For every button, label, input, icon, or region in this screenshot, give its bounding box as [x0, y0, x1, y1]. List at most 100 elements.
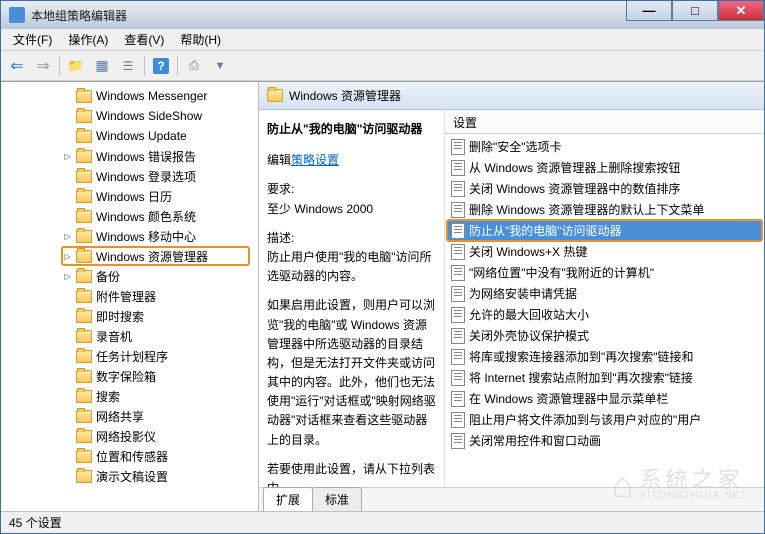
app-icon — [9, 7, 25, 23]
folder-icon — [267, 89, 283, 102]
folder-icon — [76, 210, 92, 223]
settings-item-label: 关闭外壳协议保护模式 — [469, 327, 589, 344]
policy-icon — [451, 307, 465, 323]
expander-icon[interactable] — [63, 412, 72, 421]
expander-icon[interactable] — [63, 292, 72, 301]
expander-icon[interactable] — [63, 172, 72, 181]
filter-button[interactable] — [208, 54, 232, 78]
tree-item-label: 网络共享 — [96, 408, 144, 425]
export-button[interactable] — [182, 54, 206, 78]
settings-item-label: 删除 Windows 资源管理器的默认上下文菜单 — [469, 201, 704, 218]
settings-item[interactable]: 防止从"我的电脑"访问驱动器 — [447, 220, 762, 241]
forward-button[interactable] — [31, 54, 55, 78]
settings-item-label: 从 Windows 资源管理器上删除搜索按钮 — [469, 159, 680, 176]
folder-icon — [76, 410, 92, 423]
settings-item[interactable]: 在 Windows 资源管理器中显示菜单栏 — [447, 388, 762, 409]
tree-item[interactable]: 即时搜索 — [1, 306, 258, 326]
tree-item[interactable]: 录音机 — [1, 326, 258, 346]
help-button[interactable]: ? — [149, 54, 173, 78]
folder-icon — [76, 230, 92, 243]
maximize-button[interactable]: □ — [672, 1, 718, 21]
tree-item[interactable]: Windows 登录选项 — [1, 166, 258, 186]
expander-icon[interactable]: ▷ — [63, 152, 72, 161]
expander-icon[interactable] — [63, 392, 72, 401]
expander-icon[interactable]: ▷ — [63, 252, 72, 261]
settings-item-label: 允许的最大回收站大小 — [469, 306, 589, 323]
expander-icon[interactable] — [63, 212, 72, 221]
expander-icon[interactable] — [63, 472, 72, 481]
expander-icon[interactable] — [63, 92, 72, 101]
settings-item[interactable]: "网络位置"中没有"我附近的计算机" — [447, 262, 762, 283]
tree-item[interactable]: Windows SideShow — [1, 106, 258, 126]
up-button[interactable] — [64, 54, 88, 78]
requirements-label: 要求: — [267, 180, 436, 199]
settings-item[interactable]: 为网络安装申请凭据 — [447, 283, 762, 304]
tree-item[interactable]: 位置和传感器 — [1, 446, 258, 466]
properties-button[interactable] — [116, 54, 140, 78]
tree-pane[interactable]: Windows Messenger Windows SideShow Windo… — [1, 82, 259, 511]
tab-extended[interactable]: 扩展 — [263, 487, 313, 511]
settings-item[interactable]: 允许的最大回收站大小 — [447, 304, 762, 325]
settings-item[interactable]: 删除"安全"选项卡 — [447, 136, 762, 157]
menu-help[interactable]: 帮助(H) — [172, 29, 229, 50]
tree-item[interactable]: 任务计划程序 — [1, 346, 258, 366]
folder-icon — [76, 310, 92, 323]
tree-item[interactable]: Windows 颜色系统 — [1, 206, 258, 226]
folder-icon — [76, 150, 92, 163]
expander-icon[interactable] — [63, 432, 72, 441]
expander-icon[interactable]: ▷ — [63, 272, 72, 281]
settings-item[interactable]: 将 Internet 搜索站点附加到"再次搜索"链接 — [447, 367, 762, 388]
expander-icon[interactable] — [63, 132, 72, 141]
settings-item[interactable]: 关闭 Windows 资源管理器中的数值排序 — [447, 178, 762, 199]
tab-bar: 扩展 标准 — [259, 487, 764, 511]
menu-view[interactable]: 查看(V) — [116, 29, 172, 50]
settings-list[interactable]: 删除"安全"选项卡从 Windows 资源管理器上删除搜索按钮关闭 Window… — [445, 134, 764, 487]
window-title: 本地组策略编辑器 — [31, 7, 127, 24]
close-button[interactable]: ✕ — [718, 1, 764, 21]
tree-item[interactable]: ▷Windows 移动中心 — [1, 226, 258, 246]
expander-icon[interactable] — [63, 192, 72, 201]
view-button[interactable] — [90, 54, 114, 78]
tree-item[interactable]: ▷Windows 资源管理器 — [1, 246, 258, 266]
minimize-button[interactable]: — — [626, 1, 672, 21]
tree-item[interactable]: 数字保险箱 — [1, 366, 258, 386]
tree-item[interactable]: 网络投影仪 — [1, 426, 258, 446]
tree-item[interactable]: 演示文稿设置 — [1, 466, 258, 486]
expander-icon[interactable] — [63, 332, 72, 341]
expander-icon[interactable]: ▷ — [63, 232, 72, 241]
settings-item[interactable]: 从 Windows 资源管理器上删除搜索按钮 — [447, 157, 762, 178]
tree-item-label: Windows SideShow — [96, 109, 202, 123]
settings-column-header[interactable]: 设置 — [445, 110, 764, 134]
tree-item[interactable]: 附件管理器 — [1, 286, 258, 306]
tree-item[interactable]: 搜索 — [1, 386, 258, 406]
edit-policy-link[interactable]: 策略设置 — [291, 153, 339, 167]
settings-item[interactable]: 关闭常用控件和窗口动画 — [447, 430, 762, 451]
settings-item[interactable]: 将库或搜索连接器添加到"再次搜索"链接和 — [447, 346, 762, 367]
tree-item[interactable]: ▷Windows 错误报告 — [1, 146, 258, 166]
edit-label: 编辑 — [267, 153, 291, 167]
settings-item[interactable]: 阻止用户将文件添加到与该用户对应的"用户 — [447, 409, 762, 430]
tree-item[interactable]: Windows Messenger — [1, 86, 258, 106]
tree-item[interactable]: Windows 日历 — [1, 186, 258, 206]
policy-icon — [451, 412, 465, 428]
expander-icon[interactable] — [63, 352, 72, 361]
expander-icon[interactable] — [63, 112, 72, 121]
settings-item[interactable]: 删除 Windows 资源管理器的默认上下文菜单 — [447, 199, 762, 220]
settings-item[interactable]: 关闭 Windows+X 热键 — [447, 241, 762, 262]
policy-icon — [451, 223, 465, 239]
expander-icon[interactable] — [63, 452, 72, 461]
menu-file[interactable]: 文件(F) — [5, 29, 60, 50]
back-button[interactable] — [5, 54, 29, 78]
settings-item-label: 在 Windows 资源管理器中显示菜单栏 — [469, 390, 668, 407]
tree-item[interactable]: 网络共享 — [1, 406, 258, 426]
expander-icon[interactable] — [63, 372, 72, 381]
tree-item[interactable]: ▷备份 — [1, 266, 258, 286]
settings-item[interactable]: 关闭外壳协议保护模式 — [447, 325, 762, 346]
menu-action[interactable]: 操作(A) — [60, 29, 116, 50]
folder-icon — [76, 110, 92, 123]
tab-standard[interactable]: 标准 — [312, 487, 362, 511]
tree-item-label: Windows 登录选项 — [96, 168, 196, 185]
tree-item[interactable]: Windows Update — [1, 126, 258, 146]
expander-icon[interactable] — [63, 312, 72, 321]
policy-icon — [451, 160, 465, 176]
